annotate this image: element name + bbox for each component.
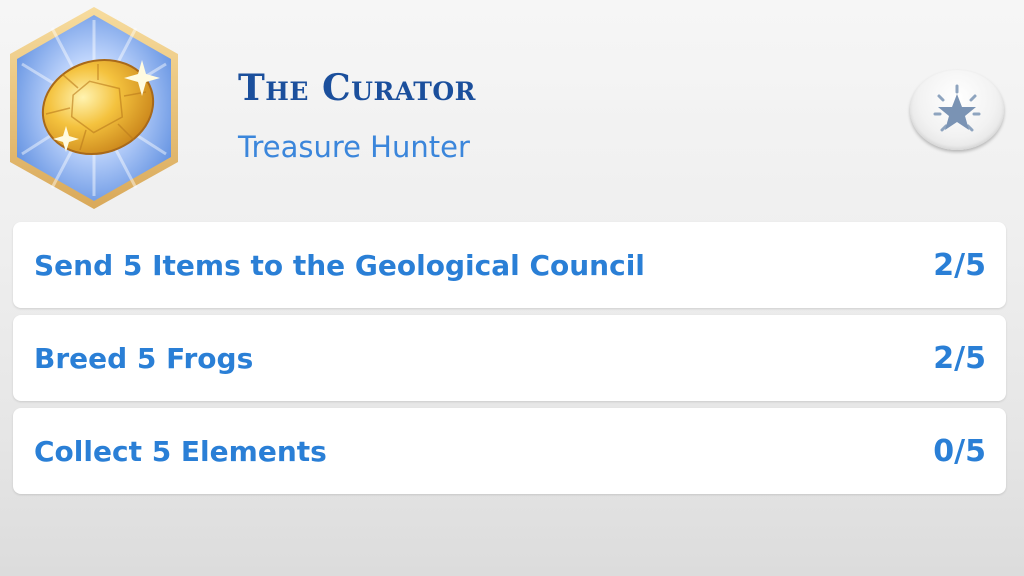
goal-list: Send 5 Items to the Geological Council 2… [13,222,1006,501]
goal-row[interactable]: Collect 5 Elements 0/5 [13,408,1006,494]
goal-label: Send 5 Items to the Geological Council [34,248,645,282]
goal-row[interactable]: Send 5 Items to the Geological Council 2… [13,222,1006,308]
aspiration-category: Treasure Hunter [238,130,470,164]
goal-progress: 2/5 [933,247,986,283]
goal-label: Breed 5 Frogs [34,341,254,375]
goal-progress: 0/5 [933,433,986,469]
goal-label: Collect 5 Elements [34,434,327,468]
aspiration-badge [6,4,182,214]
aspiration-title: The Curator [238,67,476,109]
goal-row[interactable]: Breed 5 Frogs 2/5 [13,315,1006,401]
star-burst-icon [933,84,981,132]
reward-trait-button[interactable] [910,70,1004,150]
goal-progress: 2/5 [933,340,986,376]
golden-gem-icon [10,7,178,209]
